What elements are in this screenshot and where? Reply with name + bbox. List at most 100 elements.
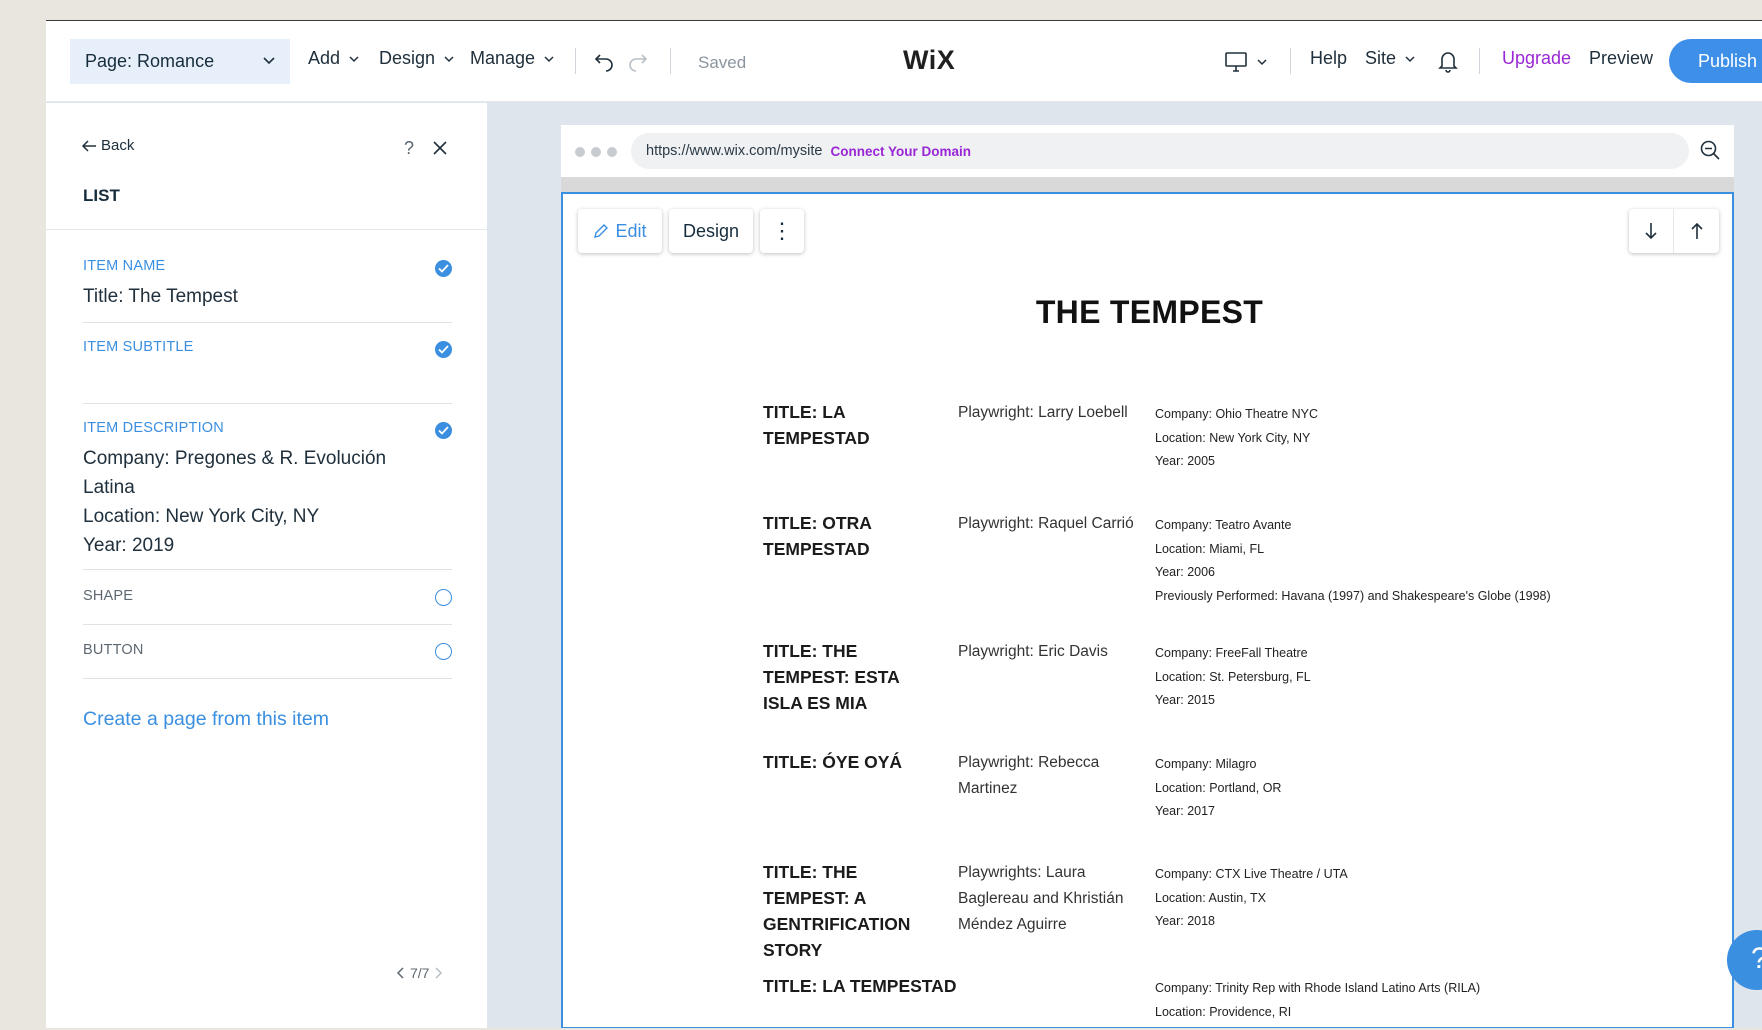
help-label: Help <box>1310 48 1348 68</box>
design-menu[interactable]: Design <box>379 48 455 69</box>
item-subtitle: Playwright: Raquel Carrió <box>958 515 1134 532</box>
design-menu-label: Design <box>379 48 436 68</box>
item-subtitle: Playwrights: Laura Baglereau and Khristi… <box>958 864 1124 933</box>
item-subtitle-field[interactable]: ITEM SUBTITLE <box>83 339 452 404</box>
check-icon[interactable] <box>435 260 452 277</box>
chevron-down-icon <box>263 57 275 65</box>
desktop-icon <box>1225 52 1247 72</box>
divider <box>46 229 487 230</box>
item-subtitle: Playwright: Rebecca Martinez <box>958 754 1100 797</box>
edit-button[interactable]: Edit <box>578 209 662 253</box>
manage-menu[interactable]: Manage <box>470 48 555 69</box>
upgrade-link[interactable]: Upgrade <box>1502 48 1571 69</box>
url-bar: https://www.wix.com/mysite Connect Your … <box>631 133 1689 169</box>
saved-status: Saved <box>698 53 747 72</box>
help-menu[interactable]: Help <box>1310 48 1347 69</box>
item-description-label: ITEM DESCRIPTION <box>83 420 224 436</box>
back-button[interactable]: Back <box>81 137 134 154</box>
preview-button[interactable]: Preview <box>1589 48 1653 69</box>
divider <box>575 48 576 74</box>
item-subtitle: Playwright: Eric Davis <box>958 643 1108 660</box>
back-label: Back <box>101 137 135 154</box>
chevron-right-icon[interactable] <box>433 966 443 980</box>
add-menu-label: Add <box>308 48 341 68</box>
publish-button[interactable]: Publish <box>1669 39 1762 83</box>
chevron-down-icon <box>349 55 359 62</box>
chevron-down-icon <box>444 55 454 62</box>
connect-domain-link[interactable]: Connect Your Domain <box>830 144 971 159</box>
create-page-link[interactable]: Create a page from this item <box>83 708 329 731</box>
item-title: TITLE: THE TEMPEST: ESTA ISLA ES MIA <box>763 641 900 713</box>
publish-label: Publish <box>1698 50 1758 71</box>
button-label: BUTTON <box>83 642 144 658</box>
divider <box>1479 48 1480 74</box>
arrow-up-icon <box>1690 222 1703 239</box>
add-menu[interactable]: Add <box>308 48 360 69</box>
window-dots <box>575 147 617 157</box>
bell-icon[interactable] <box>1437 49 1459 73</box>
top-bar: Page: Romance Add Design Manage Saved Wi… <box>46 21 1762 102</box>
editor-frame: Page: Romance Add Design Manage Saved Wi… <box>46 20 1762 1028</box>
item-description: Company: Ohio Theatre NYC Location: New … <box>1155 407 1319 468</box>
chevron-down-icon <box>544 55 554 62</box>
item-subtitle-label: ITEM SUBTITLE <box>83 339 194 355</box>
browser-address-bar: https://www.wix.com/mysite Connect Your … <box>561 125 1734 177</box>
shape-label: SHAPE <box>83 588 134 604</box>
pencil-icon <box>594 224 609 238</box>
divider <box>1290 48 1291 74</box>
move-up-button[interactable] <box>1674 209 1719 253</box>
redo-icon[interactable] <box>626 51 648 73</box>
manage-menu-label: Manage <box>470 48 536 68</box>
item-name-value[interactable]: Title: The Tempest <box>83 282 403 311</box>
site-url: https://www.wix.com/mysite <box>646 143 823 159</box>
close-icon[interactable] <box>432 140 448 156</box>
shape-field[interactable]: SHAPE <box>83 588 452 625</box>
button-field[interactable]: BUTTON <box>83 642 452 679</box>
item-description-field[interactable]: ITEM DESCRIPTION Company: Pregones & R. … <box>83 420 452 570</box>
chevron-left-icon[interactable] <box>396 966 406 980</box>
button-toggle[interactable] <box>435 643 452 660</box>
item-description: Company: Trinity Rep with Rhode Island L… <box>1155 981 1481 1019</box>
check-icon[interactable] <box>435 341 452 358</box>
header-strip <box>561 177 1734 192</box>
item-title: TITLE: OTRA TEMPESTAD <box>763 513 872 559</box>
list-settings-panel: Back ? LIST ITEM NAME Title: The Tempest… <box>46 103 487 1028</box>
more-actions-button[interactable]: ⋮ <box>760 209 804 253</box>
item-description: Company: Milagro Location: Portland, OR … <box>1155 757 1282 818</box>
item-description: Company: Teatro Avante Location: Miami, … <box>1155 518 1551 603</box>
panel-title: LIST <box>83 186 120 205</box>
reorder-controls <box>1629 209 1719 253</box>
arrow-down-icon <box>1645 223 1657 240</box>
item-title: TITLE: LA TEMPESTAD <box>763 402 870 448</box>
arrow-left-icon <box>81 139 96 152</box>
chevron-down-icon <box>1405 55 1415 62</box>
edit-label: Edit <box>615 220 647 241</box>
item-subtitle: Playwright: Larry Loebell <box>958 404 1128 421</box>
page-selector-label: Page: Romance <box>85 51 215 71</box>
item-description-value[interactable]: Company: Pregones & R. Evolución Latina … <box>83 444 403 560</box>
pager-count: 7/7 <box>410 965 430 981</box>
item-pager: 7/7 <box>396 965 443 981</box>
item-title: TITLE: ÓYE OYÁ <box>763 752 903 772</box>
item-description: Company: FreeFall Theatre Location: St. … <box>1155 646 1311 707</box>
design-button[interactable]: Design <box>669 209 753 253</box>
undo-icon[interactable] <box>594 51 616 73</box>
item-name-field[interactable]: ITEM NAME Title: The Tempest <box>83 258 452 323</box>
device-switcher[interactable] <box>1224 51 1268 73</box>
divider <box>670 48 671 74</box>
help-icon[interactable]: ? <box>404 138 414 159</box>
page-selector[interactable]: Page: Romance <box>70 39 290 84</box>
item-name-label: ITEM NAME <box>83 258 166 274</box>
site-heading: THE TEMPEST <box>1035 294 1264 330</box>
move-down-button[interactable] <box>1629 209 1674 253</box>
shape-toggle[interactable] <box>435 589 452 606</box>
wix-logo: WiX <box>903 45 956 75</box>
item-description: Company: CTX Live Theatre / UTA Location… <box>1155 867 1348 928</box>
site-menu[interactable]: Site <box>1365 48 1416 69</box>
list-section[interactable]: Edit Design ⋮ THE TEMPEST TITLE: LA TEMP… <box>561 192 1734 1028</box>
chevron-down-icon <box>1257 59 1267 66</box>
item-title: TITLE: LA TEMPESTAD <box>763 976 957 996</box>
zoom-out-icon[interactable] <box>1699 139 1721 161</box>
site-label: Site <box>1365 48 1397 68</box>
check-icon[interactable] <box>435 422 452 439</box>
